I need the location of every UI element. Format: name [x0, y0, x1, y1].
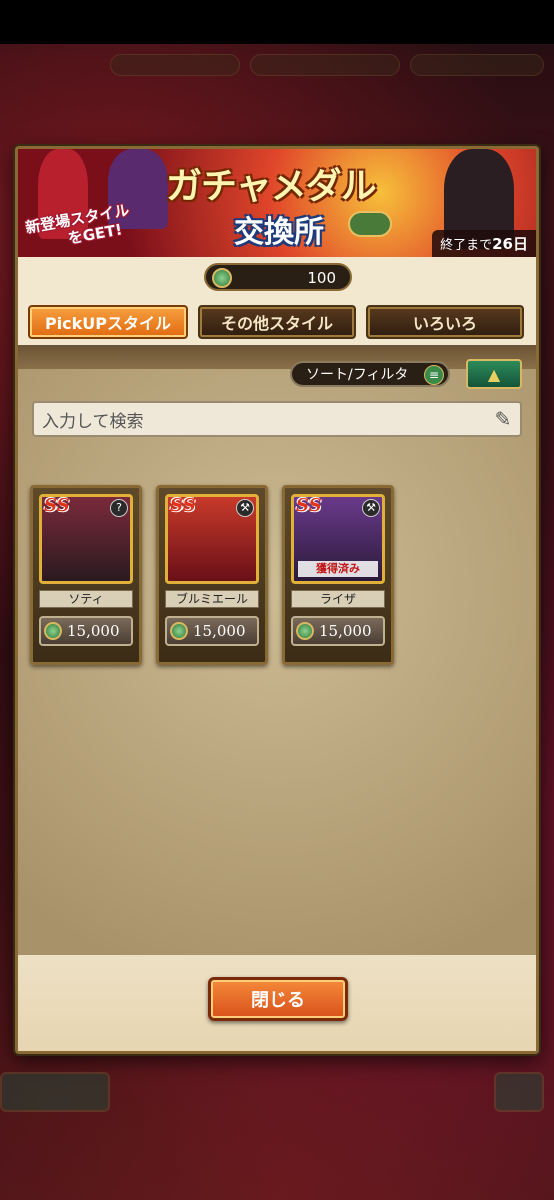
gacha-medal-exchange-dialog: 新登場スタイル をGET! ガチャメダル 交換所 終了まで26日 100 Pic…: [15, 146, 539, 1054]
background-hud-top: [0, 46, 554, 86]
style-item-card[interactable]: SS ? ソティ 15,000: [30, 485, 142, 665]
background-hud-bottom: [0, 1060, 554, 1140]
item-price: 15,000: [39, 616, 133, 646]
tab-other-style[interactable]: その他スタイル: [198, 305, 356, 339]
sort-filter-button[interactable]: ソート/フィルタ ≡: [290, 361, 450, 387]
style-item-card[interactable]: SS ⚒ ブルミエール 15,000: [156, 485, 268, 665]
item-list-area: ソート/フィルタ ≡ ▲ 入力して検索 ✎ SS ? ソティ 15,000 SS…: [18, 345, 536, 955]
medal-coin-icon: [170, 622, 188, 640]
item-name: ブルミエール: [165, 590, 259, 608]
medal-balance-value: 100: [307, 269, 336, 287]
rank-label: SS: [296, 495, 322, 516]
banner-title: ガチャメダル: [166, 165, 377, 207]
end-countdown: 終了まで26日: [432, 230, 536, 257]
item-price-value: 15,000: [67, 622, 120, 640]
list-icon: ≡: [424, 365, 444, 385]
item-price-value: 15,000: [319, 622, 372, 640]
character-portrait: SS ?: [39, 494, 133, 584]
end-countdown-value: 26日: [492, 235, 528, 253]
end-countdown-label: 終了まで: [440, 238, 493, 253]
tab-pickup-style[interactable]: PickUPスタイル: [28, 305, 188, 339]
sort-filter-label: ソート/フィルタ: [306, 367, 409, 383]
search-placeholder: 入力して検索: [42, 411, 144, 432]
edit-icon[interactable]: ✎: [490, 407, 516, 431]
item-name: ライザ: [291, 590, 385, 608]
tab-misc[interactable]: いろいろ: [366, 305, 524, 339]
role-icon: ?: [110, 499, 128, 517]
style-item-card[interactable]: SS ⚒ 獲得済み ライザ 15,000: [282, 485, 394, 665]
list-header-strip: [18, 345, 536, 369]
exchange-banner: 新登場スタイル をGET! ガチャメダル 交換所 終了まで26日: [18, 149, 536, 257]
status-bar: [0, 0, 554, 44]
hud-pill: [110, 54, 240, 76]
hud-pill: [250, 54, 400, 76]
owned-badge: 獲得済み: [298, 561, 378, 577]
dialog-footer: 閉じる: [18, 955, 536, 1051]
medal-coin-icon: [44, 622, 62, 640]
collapse-toggle-button[interactable]: ▲: [466, 359, 522, 389]
rank-label: SS: [44, 495, 70, 516]
item-name: ソティ: [39, 590, 133, 608]
item-price: 15,000: [165, 616, 259, 646]
medal-coin-icon: [212, 268, 232, 288]
triangle-up-icon: ▲: [487, 364, 501, 384]
role-icon: ⚒: [236, 499, 254, 517]
rank-label: SS: [170, 495, 196, 516]
item-price-value: 15,000: [193, 622, 246, 640]
medal-emblem-icon: [348, 211, 392, 237]
role-icon: ⚒: [362, 499, 380, 517]
search-input[interactable]: 入力して検索 ✎: [32, 401, 522, 437]
hud-button: [0, 1072, 110, 1112]
hud-pill: [410, 54, 544, 76]
character-portrait: SS ⚒ 獲得済み: [291, 494, 385, 584]
character-portrait: SS ⚒: [165, 494, 259, 584]
banner-subtitle: 交換所: [234, 215, 324, 250]
medal-coin-icon: [296, 622, 314, 640]
medal-balance: 100: [204, 263, 352, 291]
close-button[interactable]: 閉じる: [208, 977, 348, 1021]
category-tabs: PickUPスタイル その他スタイル いろいろ: [28, 305, 528, 339]
menu-icon: [494, 1072, 544, 1112]
item-price: 15,000: [291, 616, 385, 646]
